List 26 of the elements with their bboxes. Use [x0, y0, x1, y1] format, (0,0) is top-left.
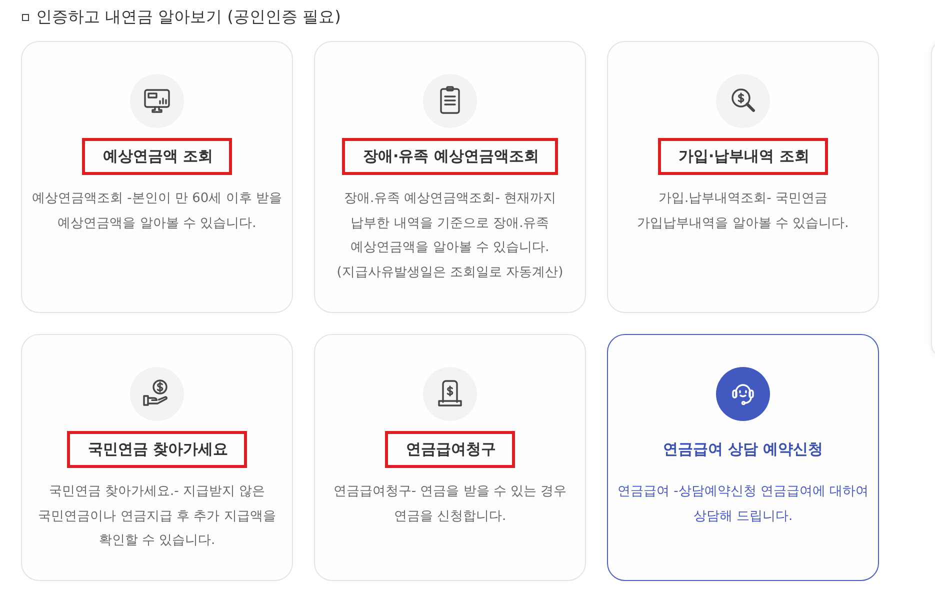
card-description: 연금급여 -상담예약신청 연금급여에 대하여 상담해 드립니다.: [617, 483, 869, 526]
card-title: 예상연금액 조회: [102, 146, 214, 166]
service-card[interactable]: 가입·납부내역 조회 가입.납부내역조회- 국민연금 가입납부내역을 알아볼 수 있습니다.: [607, 41, 879, 313]
card-description: 연금급여청구- 연금을 받을 수 있는 경우 연금을 신청합니다.: [333, 483, 567, 526]
section-title: 인증하고 내연금 알아보기 (공인인증 필요): [36, 6, 341, 28]
card-title: 가입·납부내역 조회: [678, 146, 810, 166]
card-description: 국민연금 찾아가세요.- 지급받지 않은 국민연금이나 연금지급 후 추가 지급액을 확인할 수 있습니다.: [38, 483, 276, 550]
clipboard-icon: [422, 73, 478, 129]
card-title: 연금급여 상담 예약신청: [662, 440, 824, 458]
service-card[interactable]: 장애·유족 예상연금액조회 장애.유족 예상연금액조회- 현재까지 납부한 내역을 기준으로 장애.유족 예상연금액을 알아볼 수 있습니다. (지급사유발생일은 조회일로 자동계산): [314, 41, 586, 313]
service-card[interactable]: 국민연금 찾아가세요 국민연금 찾아가세요.- 지급받지 않은 국민연금이나 연금지급 후 추가 지급액을 확인할 수 있습니다.: [21, 334, 293, 581]
service-card[interactable]: 연금급여 상담 예약신청 연금급여 -상담예약신청 연금급여에 대하여 상담해 드립니다.: [607, 334, 879, 581]
card-title: 연금급여청구: [406, 440, 496, 458]
hand-coin-icon: [129, 366, 185, 422]
magnifier-dollar-icon: [715, 73, 771, 129]
bullet-icon: [22, 14, 29, 20]
card-title: 국민연금 찾아가세요: [88, 440, 228, 458]
card-description: 장애.유족 예상연금액조회- 현재까지 납부한 내역을 기준으로 장애.유족 예상연금액을 알아볼 수 있습니다. (지급사유발생일은 조회일로 자동계산): [336, 190, 564, 282]
service-card[interactable]: 예상연금액 조회 예상연금액조회 -본인이 만 60세 이후 받을 예상연금액을 알아볼 수 있습니다.: [21, 41, 293, 313]
service-card[interactable]: 연금급여청구 연금급여청구- 연금을 받을 수 있는 경우 연금을 신청합니다.: [314, 334, 586, 581]
card-description: 가입.납부내역조회- 국민연금 가입납부내역을 알아볼 수 있습니다.: [637, 190, 849, 232]
document-dollar-icon: [422, 366, 478, 422]
card-title: 장애·유족 예상연금액조회: [363, 146, 539, 166]
headset-icon: [715, 366, 771, 422]
card-description: 예상연금액조회 -본인이 만 60세 이후 받을 예상연금액을 알아볼 수 있습니다.: [32, 190, 282, 232]
monitor-chart-icon: [129, 73, 185, 129]
